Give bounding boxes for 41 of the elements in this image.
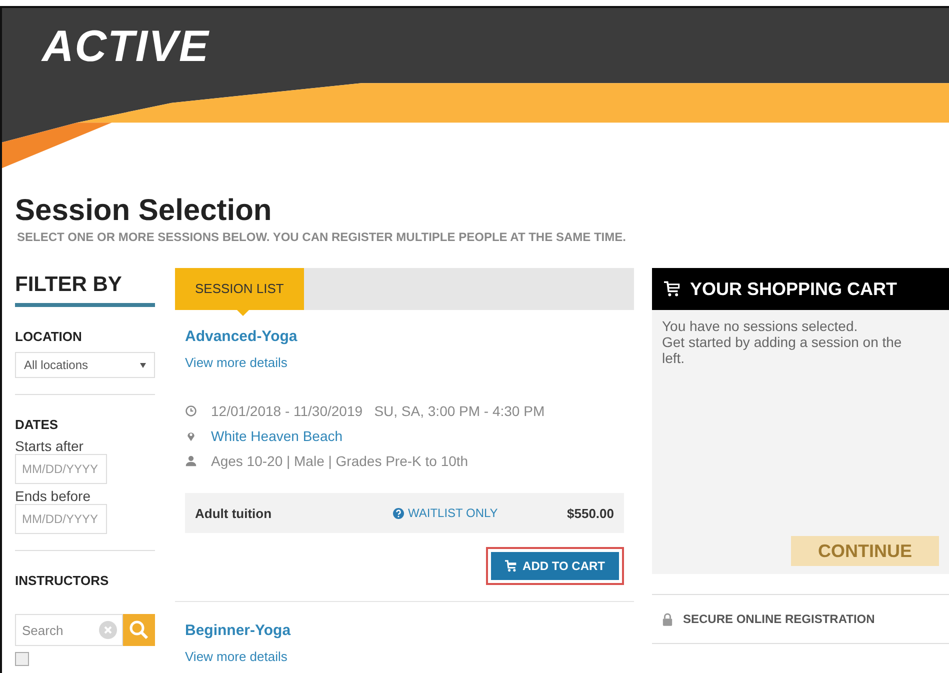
waitlist-status: WAITLIST ONLY	[408, 506, 498, 520]
tab-pointer	[237, 310, 249, 316]
session-name[interactable]: Beginner-Yoga	[185, 622, 624, 639]
cart-icon	[664, 281, 680, 297]
clear-icon[interactable]	[99, 621, 117, 639]
map-pin-icon	[185, 430, 197, 442]
search-button[interactable]	[123, 614, 155, 646]
cart-title: YOUR SHOPPING CART	[690, 278, 898, 300]
date-field[interactable]: MM/DD/YYYY	[15, 454, 107, 484]
page-title: Session Selection	[15, 194, 273, 228]
location-link[interactable]: White Heaven Beach	[211, 428, 343, 444]
session-eligibility: Ages 10-20 | Male | Grades Pre-K to 10th	[211, 452, 468, 468]
date-field[interactable]: MM/DD/YYYY	[15, 504, 107, 534]
cart-icon	[504, 560, 517, 572]
session-schedule: 12/01/2018 - 11/30/2019 SU, SA, 3:00 PM - 4:30 PM	[211, 402, 545, 418]
field-label: Starts after	[15, 438, 84, 454]
search-icon	[129, 620, 149, 640]
details-link[interactable]: View more details	[185, 355, 624, 370]
section-label: INSTRUCTORS	[15, 573, 110, 588]
section-label: DATES	[15, 417, 60, 432]
instructor-checkbox[interactable]	[15, 652, 29, 666]
cart-message: You have no sessions selected. Get started by adding a session on the left.	[662, 318, 903, 366]
add-to-cart-button[interactable]: ADD TO CART	[490, 552, 619, 580]
session-name[interactable]: Advanced-Yoga	[185, 328, 624, 345]
location-dropdown[interactable]: All locations	[15, 352, 155, 378]
details-link[interactable]: View more details	[185, 649, 624, 664]
field-label: Ends before	[15, 488, 92, 504]
page-subtitle: SELECT ONE OR MORE SESSIONS BELOW. YOU CAN REGISTER MULTIPLE PEOPLE AT THE SAME TIME.	[17, 230, 627, 244]
filter-heading: FILTER BY	[15, 268, 155, 307]
person-icon	[185, 454, 197, 466]
section-label: LOCATION	[15, 329, 83, 344]
help-icon[interactable]	[393, 508, 404, 518]
search-field[interactable]: Search	[15, 614, 123, 646]
secure-label: SECURE ONLINE REGISTRATION	[683, 612, 875, 626]
clock-icon	[185, 404, 197, 416]
fee-name: Adult tuition	[195, 506, 273, 520]
fee-price: $550.00	[567, 506, 614, 520]
lock-icon	[662, 612, 673, 626]
caret-icon	[140, 362, 146, 368]
tab[interactable]: SESSION LIST	[175, 268, 304, 310]
logo[interactable]: ACTIVE	[42, 22, 210, 72]
